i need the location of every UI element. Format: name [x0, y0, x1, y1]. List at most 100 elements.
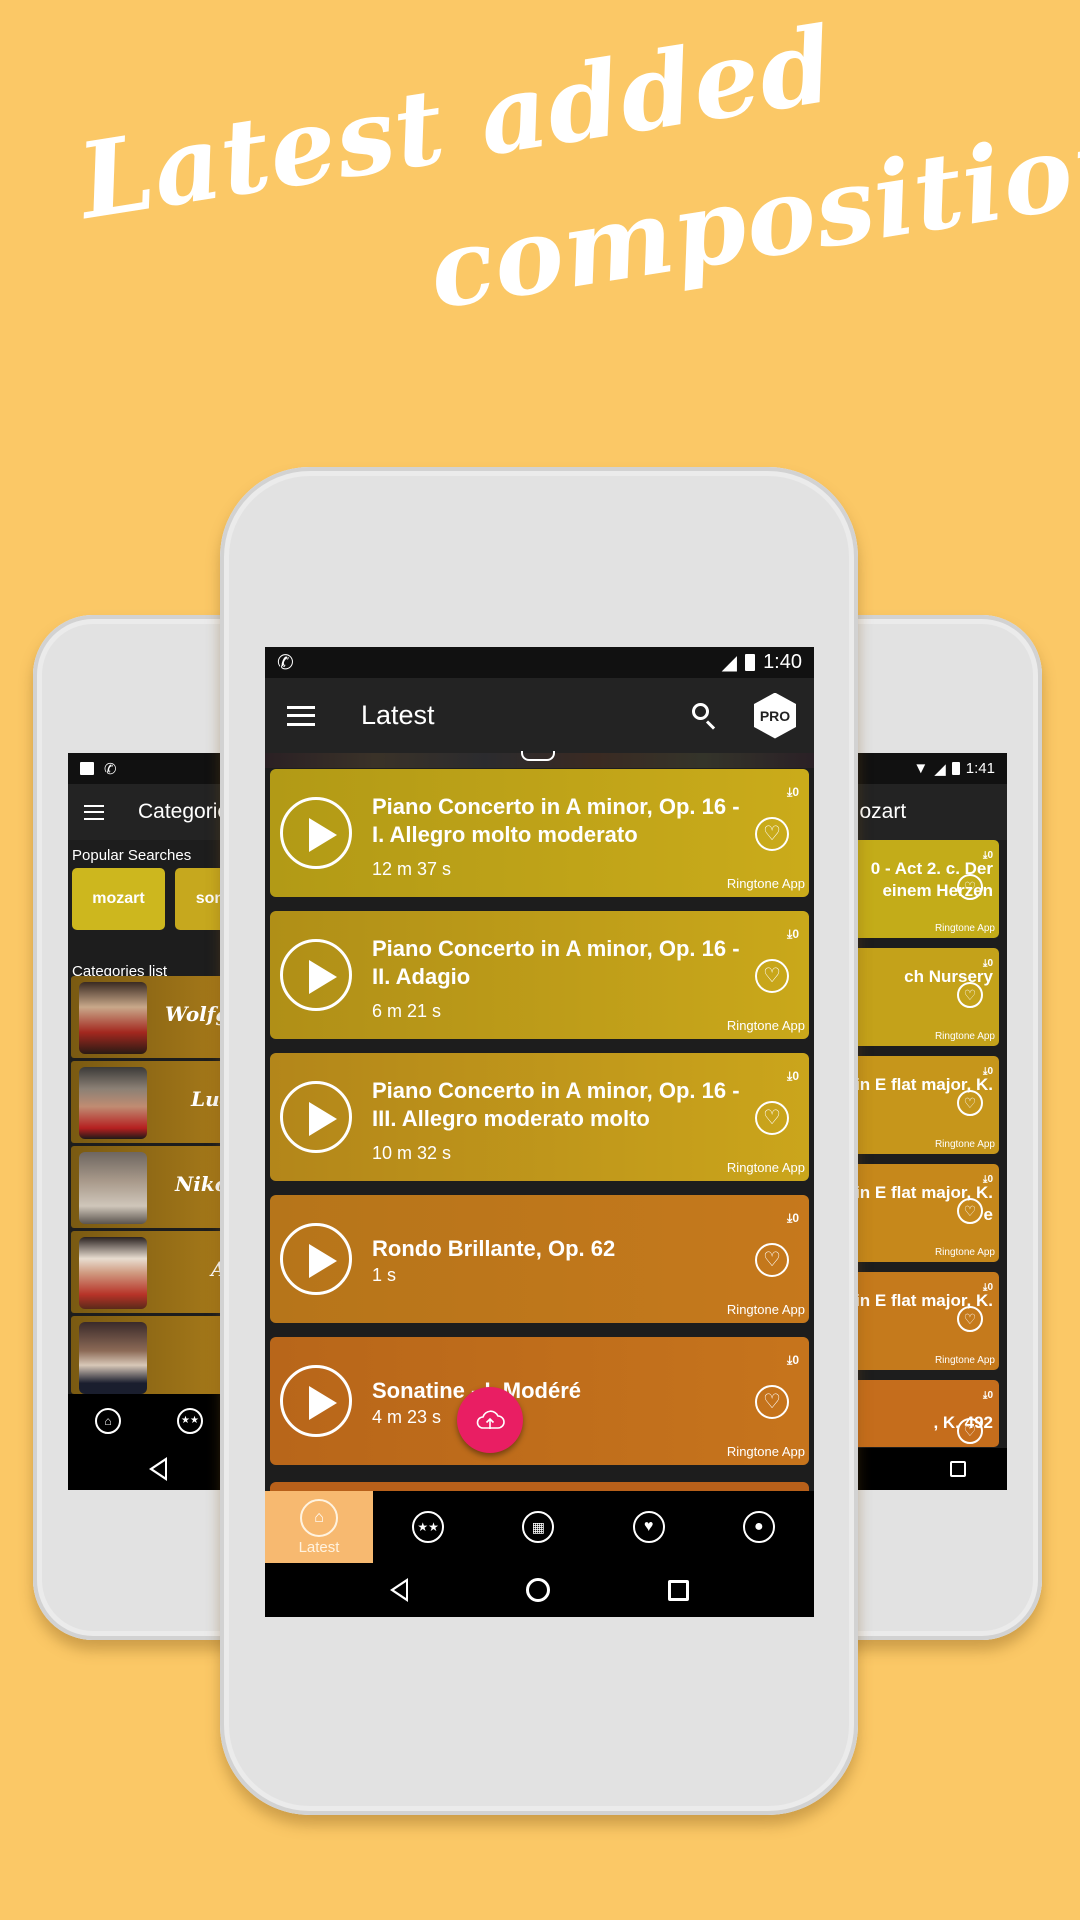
download-count: ⤓0 [983, 1174, 993, 1185]
list-item[interactable]: Piano Concerto in A minor, Op. 16 - I. A… [270, 769, 809, 897]
download-count: ⤓0 [983, 958, 993, 969]
no-signal-icon: ◢ [934, 760, 946, 778]
favorite-button[interactable]: ♡ [957, 874, 983, 900]
play-button[interactable] [280, 1081, 352, 1153]
source-label: Ringtone App [726, 1160, 805, 1175]
call-forward-icon: ✆ [277, 652, 294, 674]
download-count: ⤓0 [787, 1353, 799, 1367]
toolbar-title: Latest [361, 700, 435, 730]
heart-icon: ♥ [632, 1511, 665, 1543]
play-button[interactable] [280, 1223, 352, 1295]
recents-icon[interactable] [668, 1579, 689, 1601]
list-item[interactable]: Rondo Brillante, Op. 62 1 s ⤓0 ♡ Ringtone Ap… [270, 1195, 809, 1323]
download-count: ⤓0 [787, 1211, 799, 1225]
stars-icon: ★★ [412, 1511, 445, 1543]
search-icon[interactable] [690, 701, 720, 731]
source-label: Ringtone App [934, 1139, 995, 1150]
download-count: ⤓0 [983, 1066, 993, 1077]
composer-portrait [79, 1067, 147, 1139]
nav-favorites[interactable]: ♥ [594, 1491, 704, 1563]
nav-home[interactable]: ⌂ [68, 1394, 148, 1448]
heart-outline-icon: ♡ [963, 879, 977, 895]
composition-duration: 6 m 21 s [372, 1001, 442, 1021]
nav-label: Latest [298, 1538, 340, 1556]
source-label: Ringtone App [934, 1031, 995, 1042]
heart-outline-icon: ♡ [763, 1391, 781, 1413]
gallery-icon [80, 762, 94, 775]
nav-top-rated[interactable]: ★★ [373, 1491, 483, 1563]
download-count: ⤓0 [787, 927, 799, 941]
favorite-button[interactable]: ♡ [755, 817, 789, 851]
download-count: ⤓0 [983, 1390, 993, 1401]
hamburger-icon[interactable] [287, 705, 315, 726]
hamburger-icon[interactable] [84, 804, 104, 820]
list-item[interactable]: Sonatine - I. Modéré 4 m 23 s ⤓0 ♡ Ringtone … [270, 1337, 809, 1465]
nav-latest[interactable]: ⌂ Latest [265, 1491, 373, 1563]
call-forward-icon: ✆ [104, 760, 117, 778]
favorite-button[interactable]: ♡ [755, 1243, 789, 1277]
no-signal-icon: ◢ [721, 652, 738, 674]
recents-icon[interactable] [950, 1461, 966, 1477]
heart-outline-icon: ♡ [763, 1249, 781, 1271]
source-label: Ringtone App [726, 876, 805, 891]
status-bar: ✆ ◢ 1:40 [265, 647, 814, 678]
nav-profile[interactable]: ● [704, 1491, 814, 1563]
clock: 1:40 [763, 651, 802, 673]
list-item[interactable]: Piano Concerto in A minor, Op. 16 - II. … [270, 911, 809, 1039]
heart-outline-icon: ♡ [763, 965, 781, 987]
source-label: Ringtone App [934, 1355, 995, 1366]
upload-fab[interactable] [457, 1387, 523, 1453]
play-button[interactable] [280, 797, 352, 869]
favorite-button[interactable]: ♡ [755, 1101, 789, 1135]
wifi-icon: ▼ [913, 760, 929, 777]
favorite-button[interactable]: ♡ [957, 982, 983, 1008]
banner-strip [265, 751, 814, 768]
source-label: Ringtone App [726, 1444, 805, 1459]
composition-duration: 1 s [372, 1265, 397, 1285]
nav-categories[interactable]: ▦ [483, 1491, 593, 1563]
back-icon[interactable] [390, 1578, 408, 1602]
heart-outline-icon: ♡ [763, 1107, 781, 1129]
favorite-button[interactable]: ♡ [755, 1385, 789, 1419]
favorite-button[interactable]: ♡ [957, 1418, 983, 1444]
toolbar: Latest PRO [265, 678, 814, 753]
home-icon: ⌂ [300, 1498, 338, 1537]
favorite-button[interactable]: ♡ [957, 1198, 983, 1224]
home-icon: ⌂ [95, 1408, 121, 1434]
stars-icon: ★★ [177, 1408, 203, 1434]
heart-outline-icon: ♡ [963, 1311, 977, 1327]
download-count: ⤓0 [983, 1282, 993, 1293]
battery-icon [951, 762, 960, 775]
composer-portrait [79, 1152, 147, 1224]
heart-outline-icon: ♡ [763, 823, 781, 845]
composition-title: Piano Concerto in A minor, Op. 16 - III.… [372, 1078, 740, 1131]
download-count: ⤓0 [983, 850, 993, 861]
composition-duration: 10 m 32 s [372, 1143, 452, 1163]
source-label: Ringtone App [726, 1302, 805, 1317]
composer-portrait [79, 982, 147, 1054]
heart-outline-icon: ♡ [963, 987, 977, 1003]
center-phone-mockup: ✆ ◢ 1:40 Latest PRO Piano Concerto in A … [220, 467, 858, 1815]
pro-badge[interactable]: PRO [754, 692, 796, 739]
heart-outline-icon: ♡ [963, 1203, 977, 1219]
cloud-upload-icon [476, 1410, 505, 1429]
source-label: Ringtone App [934, 1247, 995, 1258]
heart-outline-icon: ♡ [963, 1423, 977, 1439]
home-button-icon[interactable] [526, 1578, 550, 1602]
bottom-navigation: ⌂ Latest ★★ ▦ ♥ ● [265, 1491, 814, 1563]
grid-icon: ▦ [522, 1511, 555, 1543]
composer-portrait [79, 1322, 147, 1394]
search-chip[interactable]: mozart [72, 868, 165, 930]
play-button[interactable] [280, 1365, 352, 1437]
download-count: ⤓0 [787, 785, 799, 799]
favorite-button[interactable]: ♡ [957, 1306, 983, 1332]
favorite-button[interactable]: ♡ [957, 1090, 983, 1116]
composition-duration: 12 m 37 s [372, 859, 452, 879]
composition-title: Piano Concerto in A minor, Op. 16 - II. … [372, 936, 740, 989]
battery-icon [745, 654, 756, 671]
play-button[interactable] [280, 939, 352, 1011]
source-label: Ringtone App [934, 923, 995, 934]
favorite-button[interactable]: ♡ [755, 959, 789, 993]
back-icon[interactable] [149, 1457, 167, 1481]
list-item[interactable]: Piano Concerto in A minor, Op. 16 - III.… [270, 1053, 809, 1181]
